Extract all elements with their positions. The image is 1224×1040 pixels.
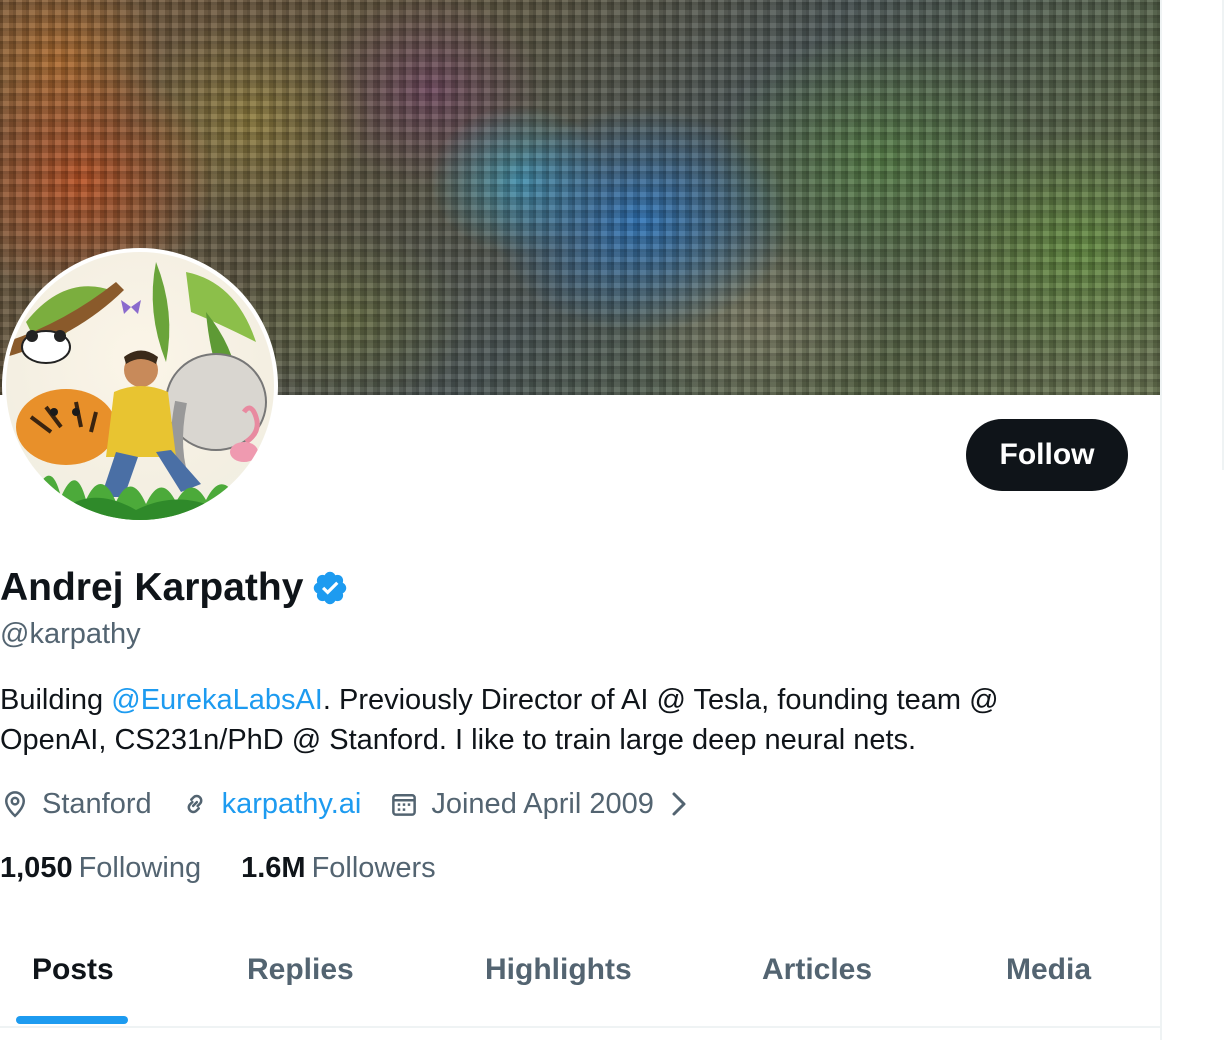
profile-bio: Building @EurekaLabsAI. Previously Direc… xyxy=(0,680,1110,760)
tab-posts[interactable]: Posts xyxy=(0,920,144,1026)
tab-label: Highlights xyxy=(485,953,632,986)
bio-mention-link[interactable]: @EurekaLabsAI xyxy=(111,684,323,716)
chevron-right-icon[interactable] xyxy=(664,789,694,819)
verified-badge-icon[interactable] xyxy=(311,569,349,607)
right-sidebar-edge xyxy=(1162,0,1224,1040)
profile-location: Stanford xyxy=(0,788,152,821)
location-text: Stanford xyxy=(42,787,152,820)
followers-link[interactable]: 1.6M Followers xyxy=(241,852,436,885)
profile-meta-row: Stanford karpathy.ai Joined April 2009 xyxy=(0,784,734,824)
website-link[interactable]: karpathy.ai xyxy=(222,788,362,821)
tab-media[interactable]: Media xyxy=(934,920,1160,1026)
profile-joined[interactable]: Joined April 2009 xyxy=(389,788,706,821)
tab-label: Posts xyxy=(32,953,114,986)
avatar-illustration xyxy=(6,252,274,520)
following-label: Following xyxy=(78,851,202,884)
profile-stats-row: 1,050 Following 1.6M Followers xyxy=(0,848,476,888)
profile-name-row: Andrej Karpathy xyxy=(0,563,349,613)
tab-highlights[interactable]: Highlights xyxy=(444,920,694,1026)
profile-page: Follow Andrej Karpathy @karpathy Buildin… xyxy=(0,0,1224,1040)
tab-label: Articles xyxy=(762,953,873,986)
tab-label: Replies xyxy=(247,953,354,986)
profile-column: Follow Andrej Karpathy @karpathy Buildin… xyxy=(0,0,1162,1040)
tab-articles[interactable]: Articles xyxy=(694,920,934,1026)
followers-label: Followers xyxy=(311,851,436,884)
bio-text-prefix: Building xyxy=(0,684,112,716)
joined-text: Joined April 2009 xyxy=(431,787,654,820)
following-count: 1,050 xyxy=(0,851,73,884)
location-pin-icon xyxy=(4,791,26,818)
tab-replies[interactable]: Replies xyxy=(144,920,444,1026)
followers-count: 1.6M xyxy=(241,851,306,884)
active-tab-indicator xyxy=(16,1016,128,1024)
profile-handle: @karpathy xyxy=(0,618,141,650)
tab-label: Media xyxy=(1006,953,1092,986)
calendar-icon xyxy=(392,794,417,816)
following-link[interactable]: 1,050 Following xyxy=(0,852,201,885)
profile-tabs: Posts Replies Highlights Articles Media xyxy=(0,920,1160,1028)
profile-avatar[interactable] xyxy=(2,248,278,524)
follow-button[interactable]: Follow xyxy=(966,419,1128,491)
display-name: Andrej Karpathy xyxy=(0,566,304,609)
profile-website[interactable]: karpathy.ai xyxy=(180,788,362,821)
link-icon xyxy=(187,794,203,814)
